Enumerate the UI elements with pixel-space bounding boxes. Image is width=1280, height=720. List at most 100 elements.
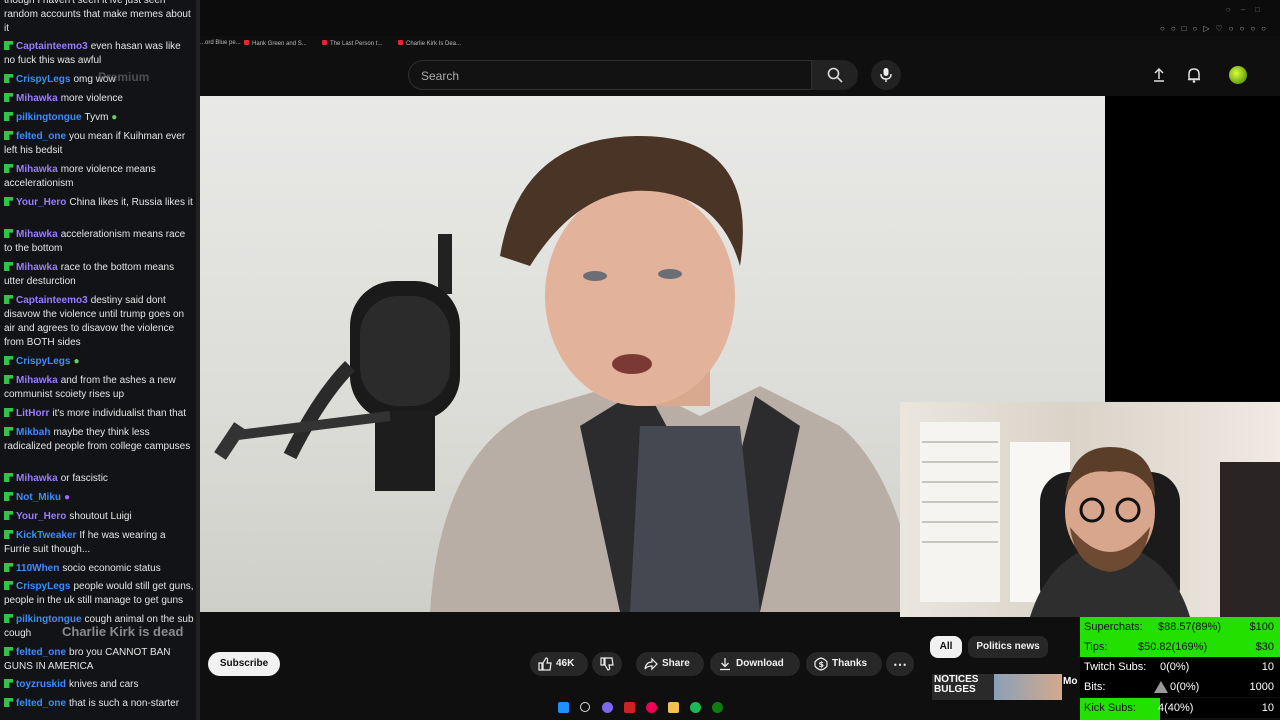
bookmark-item[interactable]: The Last Person t... bbox=[322, 40, 382, 47]
voice-search-button[interactable] bbox=[871, 60, 901, 90]
dislike-button[interactable] bbox=[592, 652, 622, 676]
channel-name[interactable]: Charlie Kirk is dead bbox=[62, 624, 183, 639]
chat-username[interactable]: Your_Hero bbox=[16, 197, 66, 208]
chat-username[interactable]: CrispyLegs bbox=[16, 74, 70, 85]
chat-panel: though I haven't seen it ive just seen r… bbox=[0, 0, 196, 720]
sub-badge-icon bbox=[4, 295, 13, 304]
share-button[interactable]: Share bbox=[636, 652, 704, 676]
recommended-title[interactable]: Mo Aft bbox=[1063, 676, 1079, 687]
bits-icon bbox=[1154, 681, 1168, 693]
chat-username[interactable]: Mihawka bbox=[16, 93, 58, 104]
chat-message: Mihawka and from the ashes a new communis… bbox=[4, 374, 194, 402]
chat-message: Your_Hero shoutout Luigi bbox=[4, 510, 194, 524]
emote-icon: ● bbox=[64, 492, 71, 503]
search-taskbar-icon[interactable] bbox=[580, 702, 590, 712]
search-placeholder: Search bbox=[421, 69, 460, 83]
premium-logo: Premium bbox=[98, 70, 150, 84]
chat-username[interactable]: LitHorr bbox=[16, 408, 49, 419]
chat-username[interactable]: Your_Hero bbox=[16, 511, 66, 522]
microphone-icon bbox=[880, 68, 892, 82]
chat-username[interactable]: pilkingtongue bbox=[16, 112, 82, 123]
taskbar bbox=[540, 698, 740, 718]
thanks-button[interactable]: $ Thanks bbox=[806, 652, 882, 676]
download-icon bbox=[720, 658, 730, 671]
chat-message: toyzruskid knives and cars bbox=[4, 678, 194, 692]
chat-username[interactable]: 110When bbox=[16, 563, 59, 574]
chat-username[interactable]: Mikbah bbox=[16, 427, 50, 438]
chat-text: knives and cars bbox=[69, 679, 139, 690]
recommended-thumbnail[interactable]: NOTICES BULGES bbox=[932, 674, 1062, 700]
xbox-icon[interactable] bbox=[712, 702, 723, 713]
sub-badge-icon bbox=[4, 511, 13, 520]
chat-username[interactable]: Mihawka bbox=[16, 164, 58, 175]
chat-message: though I haven't seen it ive just seen r… bbox=[4, 0, 194, 36]
chat-username[interactable]: Captainteemo3 bbox=[16, 41, 88, 52]
discord-icon[interactable] bbox=[602, 702, 613, 713]
chat-username[interactable]: Mihawka bbox=[16, 262, 58, 273]
folder-icon[interactable] bbox=[668, 702, 679, 713]
sub-badge-icon bbox=[4, 41, 13, 50]
chat-username[interactable]: Mihawka bbox=[16, 375, 58, 386]
spotify-icon[interactable] bbox=[690, 702, 701, 713]
chat-username[interactable]: felted_one bbox=[16, 698, 66, 709]
sub-badge-icon bbox=[4, 229, 13, 238]
chat-message: 110When socio economic status bbox=[4, 562, 194, 576]
thanks-icon: $ bbox=[814, 657, 828, 671]
bookmark-item[interactable]: Hank Green and S... bbox=[244, 40, 307, 47]
chat-message: CrispyLegs ● bbox=[4, 355, 194, 369]
chrome-icon[interactable] bbox=[646, 702, 657, 713]
chat-username[interactable]: CrispyLegs bbox=[16, 356, 70, 367]
video-side-letterbox bbox=[1105, 96, 1280, 401]
sub-badge-icon bbox=[4, 408, 13, 417]
windows-start-icon[interactable] bbox=[558, 702, 569, 713]
youtube-header: Search bbox=[200, 58, 1280, 94]
chat-text: though I haven't seen it ive just seen r… bbox=[4, 0, 191, 34]
chat-username[interactable]: CrispyLegs bbox=[16, 581, 70, 592]
chat-username[interactable]: Not_Miku bbox=[16, 492, 61, 503]
chat-message: Mikbah maybe they think less radicalized … bbox=[4, 426, 194, 454]
chat-message: Mihawka accelerationism means race to the… bbox=[4, 228, 194, 256]
sub-badge-icon bbox=[4, 698, 13, 707]
recording-icon[interactable] bbox=[624, 702, 635, 713]
chat-message: felted_one you mean if Kuihman ever left … bbox=[4, 130, 194, 158]
subscribe-button[interactable]: Subscribe bbox=[208, 652, 280, 676]
browser-tab-bar: ○○□○▷♡○○○○ ○–□ bbox=[200, 0, 1280, 36]
sub-badge-icon bbox=[4, 492, 13, 501]
chat-message: felted_one bro you CANNOT BAN GUNS IN AME… bbox=[4, 646, 194, 674]
chat-username[interactable]: Captainteemo3 bbox=[16, 295, 88, 306]
chat-message: Captainteemo3 even hasan was like no fuck… bbox=[4, 40, 194, 68]
more-actions-button[interactable]: ⋯ bbox=[886, 652, 914, 676]
search-input[interactable]: Search bbox=[408, 60, 812, 90]
bell-icon[interactable] bbox=[1185, 66, 1203, 84]
chat-text: China likes it, Russia likes it bbox=[69, 197, 193, 208]
sub-badge-icon bbox=[4, 563, 13, 572]
chip-politics-news[interactable]: Politics news bbox=[968, 636, 1048, 658]
chat-username[interactable]: felted_one bbox=[16, 647, 66, 658]
search-button[interactable] bbox=[812, 60, 858, 90]
bookmark-item[interactable]: ...ord Blue pe... bbox=[200, 40, 241, 46]
chat-message: KickTweaker If he was wearing a Furrie su… bbox=[4, 529, 194, 557]
tips-goal: Tips: $50.82(169%) $30 bbox=[1080, 637, 1280, 657]
chat-message: LitHorr it's more individualist than that bbox=[4, 407, 194, 421]
chat-username[interactable]: Mihawka bbox=[16, 229, 58, 240]
download-button[interactable]: Download bbox=[710, 652, 800, 676]
window-controls[interactable]: ○–□ bbox=[1226, 5, 1270, 14]
chat-username[interactable]: Mihawka bbox=[16, 473, 58, 484]
svg-text:$: $ bbox=[819, 660, 825, 669]
like-button[interactable]: 46K bbox=[530, 652, 588, 676]
bookmark-item[interactable]: Charlie Kirk Is Dea... bbox=[398, 40, 461, 47]
chat-message: Captainteemo3 destiny said dont disavow t… bbox=[4, 294, 194, 350]
twitch-subs-goal: Twitch Subs: 0(0%) 10 bbox=[1080, 657, 1280, 677]
bits-goal: Bits: 0(0%) 1000 bbox=[1080, 677, 1280, 697]
chat-username[interactable]: toyzruskid bbox=[16, 679, 66, 690]
sub-badge-icon bbox=[4, 581, 13, 590]
chat-message: pilkingtongue Tyvm ● bbox=[4, 111, 194, 125]
upload-icon[interactable] bbox=[1150, 66, 1168, 84]
sub-badge-icon bbox=[4, 375, 13, 384]
chat-username[interactable]: KickTweaker bbox=[16, 530, 76, 541]
chip-all[interactable]: All bbox=[930, 636, 962, 658]
thumbs-down-icon bbox=[600, 657, 614, 671]
avatar[interactable] bbox=[1229, 66, 1247, 84]
chat-username[interactable]: felted_one bbox=[16, 131, 66, 142]
sub-badge-icon bbox=[4, 473, 13, 482]
